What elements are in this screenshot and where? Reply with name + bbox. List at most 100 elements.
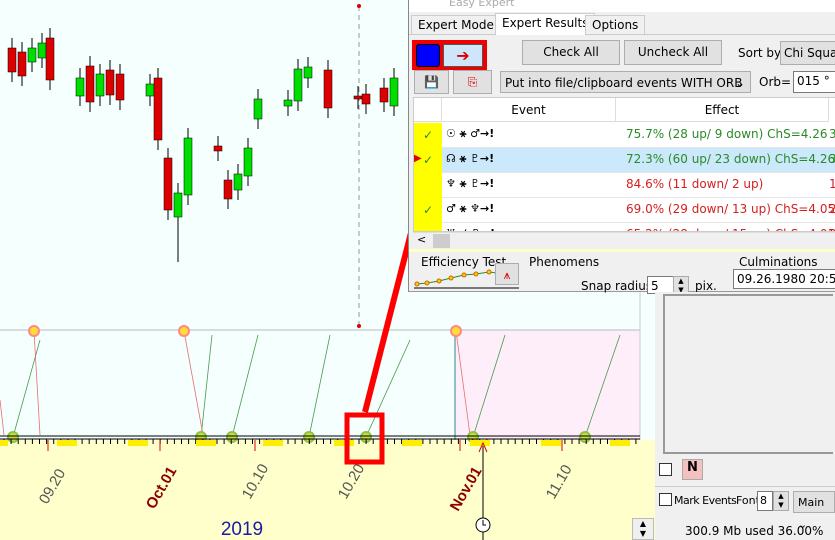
tab-expert-model[interactable]: Expert Model xyxy=(411,15,505,35)
sort-label: Sort by xyxy=(738,46,782,60)
candle[interactable] xyxy=(253,98,263,120)
results-table: Event Effect ✓ ☉ ⚹ ♂→! 75.7% (28 up/ 9 dow… xyxy=(413,97,835,232)
candle[interactable] xyxy=(361,93,371,105)
candle[interactable] xyxy=(389,77,399,107)
event-marker-top[interactable] xyxy=(178,325,190,337)
candle[interactable] xyxy=(213,145,223,152)
tab-options[interactable]: Options xyxy=(585,15,646,35)
effect-cell: 84.6% (11 down/ 2 up) xyxy=(626,177,764,191)
effect-cell: 75.7% (28 up/ 9 down) ChS=4.26 xyxy=(626,127,828,141)
weekend-bar xyxy=(402,440,422,446)
event-marker[interactable] xyxy=(579,431,591,443)
table-row[interactable]: ✓ ☉ ⚹ ♂→! 75.7% (28 up/ 9 down) ChS=4.263 xyxy=(414,123,835,148)
event-marker[interactable] xyxy=(226,431,238,443)
candle[interactable] xyxy=(85,65,95,103)
table-row[interactable]: ✓ ♂ ⚹ ♆→! 69.0% (29 down/ 13 up) ChS=4.052 xyxy=(414,198,835,223)
row-checkbox[interactable]: ✓ xyxy=(414,198,442,223)
event-cell: ☊ ⚹ ♇→! xyxy=(446,152,495,165)
candle[interactable] xyxy=(323,69,333,109)
sort-select[interactable]: Chi Square xyxy=(780,41,835,65)
uncheck-all-button[interactable]: Uncheck All xyxy=(624,40,722,65)
extra-cell: 1 xyxy=(829,173,835,195)
color-button[interactable] xyxy=(416,44,440,67)
candle[interactable] xyxy=(283,99,293,107)
weekend-bar xyxy=(57,440,77,446)
culminations-input[interactable]: 09.26.1980 20:53 xyxy=(733,269,835,289)
vertical-scrollbar[interactable]: ▲ ▼ xyxy=(632,518,654,540)
event-marker-top[interactable] xyxy=(450,325,462,337)
save-icon[interactable]: 💾 xyxy=(414,70,449,94)
event-cell: ☉ ⚹ ♂→! xyxy=(446,127,495,140)
candle[interactable] xyxy=(243,147,253,177)
candle[interactable] xyxy=(223,179,233,200)
export-select-value: Put into file/clipboard events WITH ORB xyxy=(505,76,743,90)
candle[interactable] xyxy=(17,51,27,77)
side-panel: N Mark Events Font 8 ▲ ▼ Main ⌄ 300.9 Mb … xyxy=(655,292,835,540)
snap-radius-label: Snap radius xyxy=(581,279,653,293)
check-all-button[interactable]: Check All xyxy=(522,40,620,65)
candle[interactable] xyxy=(183,137,193,196)
candle[interactable] xyxy=(37,42,47,59)
event-marker[interactable] xyxy=(7,431,19,443)
effect-cell: 69.0% (29 down/ 13 up) ChS=4.05 xyxy=(626,202,835,216)
toggle-checkbox[interactable] xyxy=(659,463,672,476)
arrow-button[interactable]: ➔ xyxy=(443,44,483,67)
row-checkbox[interactable]: ✓ xyxy=(414,123,442,148)
col-effect[interactable]: Effect xyxy=(616,98,829,122)
candle[interactable] xyxy=(173,192,183,218)
event-cell: ♂ ⚹ ♆→! xyxy=(446,202,495,215)
window-title: Easy Expert xyxy=(409,0,835,12)
candle[interactable] xyxy=(105,69,115,96)
candle[interactable] xyxy=(7,47,17,73)
main-select-value: Main xyxy=(798,496,825,509)
table-row[interactable]: ✓ ♅ ☌ ♇→! 65.2% (28 down/ 15 up) ChS=4.012 xyxy=(414,223,835,231)
candle[interactable] xyxy=(75,77,85,97)
row-checkbox[interactable] xyxy=(414,173,442,198)
font-spinner[interactable]: ▲ ▼ xyxy=(773,491,789,511)
candle[interactable] xyxy=(153,77,163,141)
candle[interactable] xyxy=(145,83,155,97)
memory-status: 300.9 Mb used 36.00% xyxy=(685,524,824,538)
table-row[interactable]: ♆ ⚹ ♇→! 84.6% (11 down/ 2 up) 1 xyxy=(414,173,835,198)
candle[interactable] xyxy=(303,66,313,79)
side-list xyxy=(663,294,833,454)
candle[interactable] xyxy=(379,87,389,103)
weekend-bar xyxy=(0,440,8,446)
candle[interactable] xyxy=(115,73,125,101)
chevron-down-icon: ⌄ xyxy=(734,76,745,90)
weekend-bar xyxy=(541,440,561,446)
event-cell: ♆ ⚹ ♇→! xyxy=(446,177,495,190)
candle[interactable] xyxy=(27,47,37,63)
table-row[interactable]: ✓ ▶ ☊ ⚹ ♇→! 72.3% (60 up/ 23 down) ChS=4.26… xyxy=(414,148,835,173)
candle[interactable] xyxy=(233,173,243,191)
col-event[interactable]: Event xyxy=(442,98,616,122)
weekend-bar xyxy=(128,440,148,446)
extra-cell: 3 xyxy=(829,148,835,170)
tab-expert-results[interactable]: Expert Results xyxy=(495,13,596,35)
row-pointer-icon: ▶ xyxy=(414,153,422,164)
chart-icon[interactable]: ⩚ xyxy=(495,263,519,285)
year-label: 2019 xyxy=(221,519,263,540)
row-checkbox[interactable]: ✓ xyxy=(414,223,442,231)
effect-cell: 65.2% (28 down/ 15 up) ChS=4.01 xyxy=(626,223,835,231)
export-select[interactable]: Put into file/clipboard events WITH ORB ⌄ xyxy=(500,71,751,93)
snap-unit: pix. xyxy=(695,279,717,293)
candle[interactable] xyxy=(95,73,105,97)
mark-events-checkbox[interactable] xyxy=(659,493,672,506)
easy-expert-window: Easy Expert Expert Model Expert Results … xyxy=(408,0,835,296)
candle[interactable] xyxy=(163,157,173,211)
candle[interactable] xyxy=(45,37,55,81)
orb-input[interactable]: 015 ° xyxy=(793,71,835,93)
weekend-bar xyxy=(470,440,490,446)
mark-events-label: Mark Events xyxy=(674,494,737,507)
event-cell: ♅ ☌ ♇→! xyxy=(446,223,495,231)
candle[interactable] xyxy=(353,95,363,100)
node-icon[interactable]: N xyxy=(682,459,703,480)
event-marker-top[interactable] xyxy=(28,325,40,337)
candle[interactable] xyxy=(293,68,303,102)
main-select[interactable]: Main ⌄ xyxy=(793,491,835,531)
horizontal-scrollbar[interactable]: < xyxy=(413,232,835,248)
weekend-bar xyxy=(196,440,216,446)
font-size-input[interactable]: 8 xyxy=(757,491,773,511)
export-icon[interactable]: ⎘ xyxy=(453,70,492,94)
